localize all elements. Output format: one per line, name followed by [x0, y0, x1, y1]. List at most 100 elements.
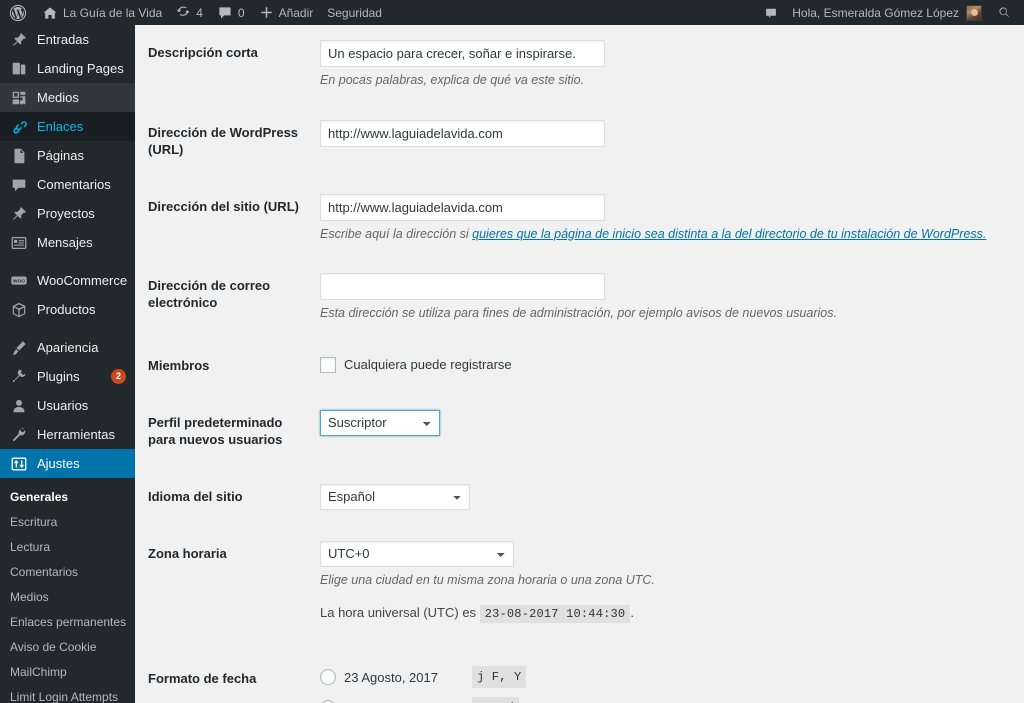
tagline-label: Descripción corta	[148, 45, 258, 60]
site-url-help-link[interactable]: quieres que la página de inicio sea dist…	[472, 227, 986, 241]
submenu-item-comentarios[interactable]: Comentarios	[0, 560, 135, 585]
anyone-can-register-checkbox[interactable]	[320, 356, 336, 373]
timezone-select[interactable]: UTC+0UTC+1UTC+2UTC-1	[320, 540, 514, 567]
email-description: Esta dirección se utiliza para fines de …	[320, 306, 837, 321]
woo-icon: WOO	[10, 272, 28, 290]
default-role-select[interactable]: SuscriptorColaboradorAutorEditorAdminist…	[320, 409, 440, 436]
row-tagline: Descripción corta En pocas palabras, exp…	[135, 25, 1024, 105]
sidebar-item-label: Enlaces	[37, 119, 84, 134]
page-icon	[10, 147, 28, 165]
update-icon	[176, 5, 191, 20]
sidebar-item-label: Entradas	[37, 32, 90, 47]
greeting-label: Hola, Esmeralda Gómez López	[792, 5, 959, 20]
new-content-button[interactable]: Añadir	[252, 0, 321, 25]
updates-button[interactable]: 4	[169, 0, 210, 25]
sidebar-item-proyectos[interactable]: Proyectos	[0, 199, 135, 228]
sidebar-item-usuarios[interactable]: Usuarios	[0, 391, 135, 420]
home-icon	[42, 5, 58, 21]
membership-label: Miembros	[148, 358, 210, 374]
sidebar-item-landing-pages[interactable]: Landing Pages	[0, 54, 135, 83]
row-membership: Miembros Cualquiera puede registrarse	[135, 338, 1024, 395]
box-icon	[10, 301, 28, 319]
site-url-input[interactable]	[320, 193, 605, 221]
sidebar-item-ajustes[interactable]: Ajustes	[0, 449, 135, 478]
wp-logo-button[interactable]	[0, 0, 35, 25]
row-default-role: Perfil predeterminado para nuevos usuari…	[135, 395, 1024, 469]
submenu-item-medios[interactable]: Medios	[0, 585, 135, 610]
submenu-item-limit-login-attempts[interactable]: Limit Login Attempts	[0, 685, 135, 703]
date-format-code: Y-m-d	[472, 697, 520, 703]
general-settings-form: Descripción corta En pocas palabras, exp…	[135, 25, 1024, 703]
sidebar-item-label: Proyectos	[37, 206, 95, 221]
comments-button[interactable]: 0	[210, 0, 252, 25]
sidebar-item-medios[interactable]: Medios	[0, 83, 135, 112]
sidebar-item-herramientas[interactable]: Herramientas	[0, 420, 135, 449]
chat-icon	[764, 6, 778, 20]
site-language-select[interactable]: EspañolEnglish (United States)	[320, 483, 470, 510]
date-format-options: 23 Agosto, 2017j F, Y2017-08-23Y-m-d08/2…	[320, 666, 1014, 703]
email-input[interactable]	[320, 273, 605, 301]
notifications-button[interactable]	[757, 0, 785, 25]
site-language-label: Idioma del sitio	[148, 488, 243, 504]
site-name-label: La Guía de la Vida	[63, 5, 163, 20]
membership-checkbox-row: Cualquiera puede registrarse	[320, 353, 1014, 375]
avatar	[966, 4, 982, 21]
tagline-input[interactable]	[320, 40, 605, 67]
submenu-item-mailchimp[interactable]: MailChimp	[0, 660, 135, 685]
security-menu-button[interactable]: Seguridad	[320, 0, 389, 25]
comment-icon	[10, 176, 28, 194]
sidebar-item-p-ginas[interactable]: Páginas	[0, 141, 135, 170]
search-button[interactable]	[989, 0, 1024, 25]
date-format-radio[interactable]	[320, 669, 336, 686]
sidebar-item-plugins[interactable]: Plugins 2	[0, 362, 135, 391]
utc-suffix: .	[630, 605, 634, 621]
sidebar-item-label: Landing Pages	[37, 61, 124, 76]
settings-icon	[10, 455, 28, 473]
sidebar-item-entradas[interactable]: Entradas	[0, 25, 135, 54]
svg-text:WOO: WOO	[13, 278, 25, 283]
my-account-button[interactable]: Hola, Esmeralda Gómez López	[785, 0, 989, 25]
settings-content-area: Descripción corta En pocas palabras, exp…	[135, 25, 1024, 703]
submenu-item-enlaces-permanentes[interactable]: Enlaces permanentes	[0, 610, 135, 635]
submenu-item-lectura[interactable]: Lectura	[0, 535, 135, 560]
tagline-description: En pocas palabras, explica de qué va est…	[320, 73, 585, 87]
submenu-item-escritura[interactable]: Escritura	[0, 510, 135, 535]
sidebar-separator	[0, 257, 135, 266]
pin-icon	[10, 31, 28, 49]
row-date-format: Formato de fecha 23 Agosto, 2017 j F, Y 20…	[135, 651, 1024, 703]
sidebar-item-label: Productos	[37, 302, 96, 317]
list-icon	[10, 234, 28, 252]
sidebar-item-label: Usuarios	[37, 398, 89, 413]
settings-submenu: Generales Escritura Lectura Comentarios Medi…	[0, 478, 135, 703]
admin-sidebar-menu: Entradas Landing Pages Medios Enlaces Página…	[0, 25, 135, 703]
submenu-item-generales[interactable]: Generales	[0, 485, 135, 510]
wrench-icon	[10, 426, 28, 444]
sidebar-item-comentarios[interactable]: Comentarios	[0, 170, 135, 199]
utc-time-value: 23-08-2017 10:44:30	[479, 605, 631, 624]
site-url-label: Dirección del sitio (URL)	[148, 198, 299, 214]
sidebar-item-label: Mensajes	[37, 235, 93, 250]
sidebar-item-mensajes[interactable]: Mensajes	[0, 228, 135, 257]
sidebar-item-productos[interactable]: Productos	[0, 295, 135, 324]
timezone-description: Elige una ciudad en tu misma zona horari…	[320, 572, 655, 587]
sidebar-item-woocommerce[interactable]: WOO WooCommerce	[0, 266, 135, 295]
sidebar-item-apariencia[interactable]: Apariencia	[0, 333, 135, 362]
sidebar-item-label: Comentarios	[37, 177, 111, 192]
admin-bar: La Guía de la Vida 4 0 Añadir Seguridad …	[0, 0, 1024, 25]
site-url-description: Escribe aquí la dirección si quieres que…	[320, 225, 1014, 244]
wp-url-input[interactable]	[320, 119, 605, 147]
new-content-label: Añadir	[278, 5, 314, 20]
row-timezone: Zona horaria UTC+0UTC+1UTC+2UTC-1 Elige …	[135, 526, 1024, 652]
sidebar-item-label: Ajustes	[37, 456, 80, 471]
sidebar-item-enlaces[interactable]: Enlaces	[0, 112, 135, 141]
sidebar-item-label: Medios	[37, 90, 79, 105]
submenu-item-aviso-de-cookie[interactable]: Aviso de Cookie	[0, 635, 135, 660]
date-format-code: j F, Y	[472, 666, 527, 689]
row-site-language: Idioma del sitio EspañolEnglish (United …	[135, 469, 1024, 526]
date-format-option: 2017-08-23 Y-m-d	[320, 697, 1014, 703]
sidebar-item-badge: 2	[111, 369, 126, 384]
email-label: Dirección de correo electrónico	[148, 278, 271, 311]
date-format-preview: 2017-08-23	[344, 699, 464, 703]
row-email: Dirección de correo electrónico Esta dir…	[135, 258, 1024, 338]
site-name-button[interactable]: La Guía de la Vida	[35, 0, 169, 25]
